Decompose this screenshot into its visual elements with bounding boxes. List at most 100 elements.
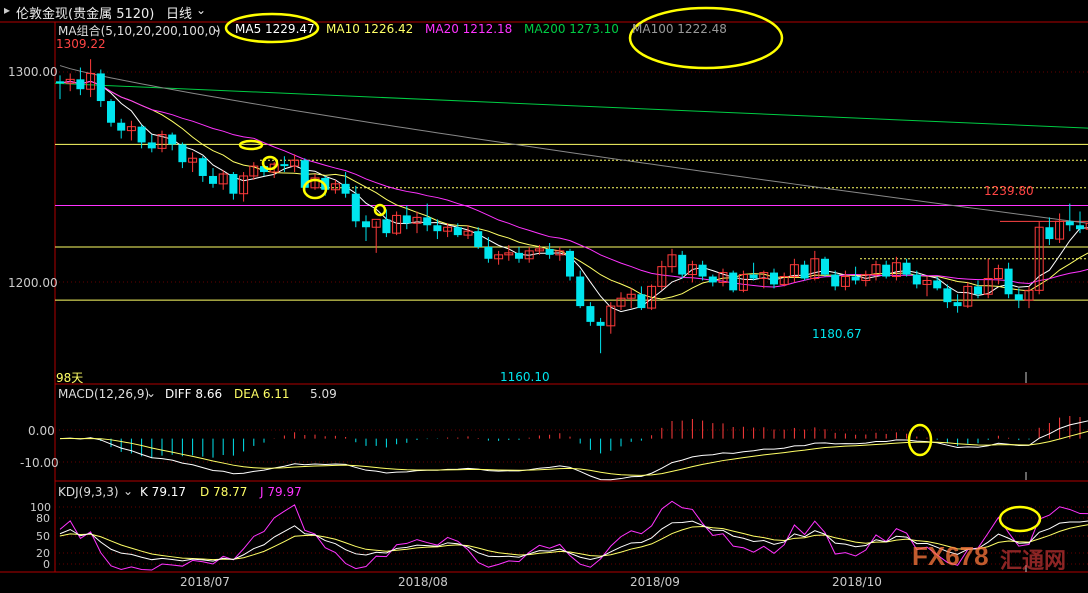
candle-body (882, 264, 891, 277)
candle (280, 156, 289, 173)
period-selector[interactable]: 日线 (166, 3, 192, 22)
candle (239, 172, 249, 202)
candle-body (586, 306, 595, 322)
candle-body (515, 252, 523, 259)
candle (1065, 203, 1074, 232)
macd-label[interactable]: MACD(12,26,9) (58, 387, 149, 401)
candle-body (423, 217, 432, 226)
candle (729, 270, 738, 293)
candle-body (209, 175, 217, 184)
watermark-brand: FX678 (912, 541, 989, 571)
candle-body (168, 134, 177, 145)
candle-body (402, 215, 411, 224)
candle-body (198, 158, 207, 176)
x-tick-2018-07: 2018/07 (180, 575, 230, 589)
candle-body (341, 183, 350, 194)
candle (86, 59, 96, 98)
candle (423, 203, 432, 232)
candle-body (566, 250, 574, 277)
highlight-ellipse (238, 139, 264, 151)
candle-body (433, 225, 442, 232)
candle (1055, 213, 1065, 244)
candle (647, 284, 657, 311)
candle-body (1014, 294, 1023, 301)
candle (922, 276, 932, 297)
candle (616, 292, 626, 311)
candle-body (943, 288, 952, 303)
candles[interactable] (56, 59, 1088, 354)
candle-body (953, 302, 962, 307)
candle (463, 225, 473, 240)
y-tick-1200: 1200.00 (8, 276, 58, 290)
highlight-ellipse (998, 505, 1042, 533)
candle-body (1004, 268, 1013, 295)
ma200-legend: MA200 1273.10 (524, 22, 619, 36)
candle (126, 120, 136, 141)
chevron-down-icon[interactable]: ⌄ (146, 386, 156, 400)
candle-body (637, 294, 646, 309)
candle (902, 258, 911, 277)
candle-body (362, 221, 370, 228)
chevron-down-icon[interactable]: ⌄ (212, 21, 222, 35)
candle-body (280, 164, 289, 167)
candle (178, 142, 187, 169)
candle (290, 154, 300, 173)
instrument-title[interactable]: 伦敦金现(贵金属 5120) (16, 3, 154, 22)
candle (566, 248, 574, 281)
candle-body (117, 122, 126, 131)
chevron-down-icon[interactable]: ⌄ (196, 3, 206, 17)
candle-body (351, 193, 360, 222)
candle-body (137, 126, 146, 143)
candle (474, 227, 483, 249)
kdj-k: K 79.17 (140, 485, 187, 499)
ma200-line (54, 82, 1088, 129)
candle (882, 260, 891, 279)
candle (188, 152, 198, 173)
candle-body (749, 274, 758, 279)
candle-body (453, 227, 462, 236)
ma5-line (59, 80, 1088, 313)
candle (698, 260, 707, 281)
candle-body (56, 81, 64, 84)
candle-body (474, 231, 483, 247)
candle (107, 99, 115, 127)
candle-body (678, 254, 687, 275)
macd-tick-neg10: -10.00 (20, 456, 59, 470)
chevron-down-icon[interactable]: ⌄ (123, 484, 133, 498)
candle (606, 302, 616, 334)
candle (229, 172, 238, 200)
chart-canvas[interactable] (0, 0, 1088, 593)
candle-body (974, 286, 982, 295)
days-label: 98天 (56, 371, 84, 385)
kdj-tick-80: 80 (36, 512, 50, 525)
diff-line (59, 420, 1088, 481)
candle-body (831, 274, 840, 287)
menu-arrow-icon[interactable]: ▸ (4, 3, 10, 17)
candle (974, 280, 982, 299)
candle-body (902, 262, 911, 275)
ma20-legend: MA20 1212.18 (425, 22, 513, 36)
x-tick-2018-10: 2018/10 (832, 575, 882, 589)
candle (779, 272, 789, 287)
kdj-label[interactable]: KDJ(9,3,3) (58, 485, 119, 499)
kdj-j: J 79.97 (260, 485, 302, 499)
kdj-d: D 78.77 (200, 485, 248, 499)
candle (494, 250, 504, 265)
candle (637, 286, 646, 311)
watermark-cn: 汇通网 (1000, 549, 1067, 574)
candle (759, 270, 769, 289)
candle-body (229, 173, 238, 194)
annotations (224, 6, 1042, 572)
candle (586, 302, 595, 326)
x-tick-2018-09: 2018/09 (630, 575, 680, 589)
candle (770, 268, 778, 289)
candle-body (147, 142, 156, 149)
candle (667, 248, 677, 273)
kdj-tick-0: 0 (43, 558, 50, 571)
candle-body (800, 264, 809, 279)
candle-body (596, 321, 605, 326)
candle (749, 262, 758, 281)
candle-body (96, 73, 105, 102)
candle (1014, 288, 1023, 309)
candle-body (178, 144, 187, 163)
